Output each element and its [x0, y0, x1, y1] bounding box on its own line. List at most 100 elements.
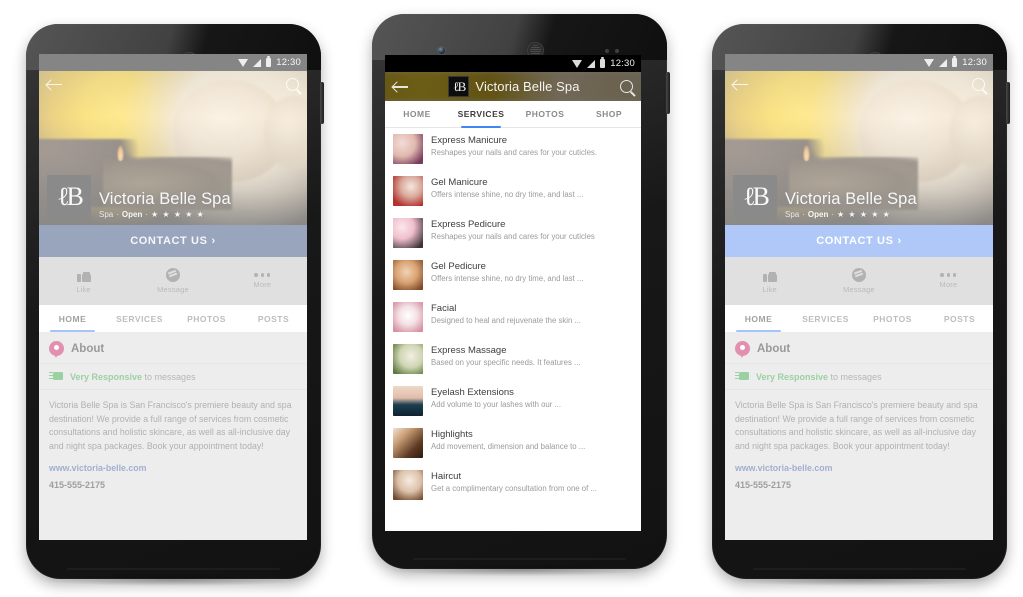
- back-arrow-icon[interactable]: [393, 81, 408, 92]
- brand-sep-1: ·: [116, 210, 119, 219]
- tab-photos-label: PHOTOS: [187, 313, 226, 324]
- tab-posts[interactable]: POSTS: [926, 305, 993, 332]
- message-button[interactable]: Message: [814, 257, 903, 305]
- signal-icon: [253, 58, 262, 67]
- service-text: Eyelash Extensions Add volume to your la…: [431, 386, 561, 410]
- tab-services[interactable]: SERVICES: [792, 305, 859, 332]
- brand-row: ℓB Victoria Belle Spa Spa · Open · ★ ★ ★…: [733, 175, 917, 219]
- service-name: Haircut: [431, 471, 462, 482]
- phone-left: 12:30 ℓB Victoria Belle Spa Spa · Open ·…: [26, 24, 324, 586]
- list-item[interactable]: Express Massage Based on your specific n…: [385, 338, 641, 380]
- rating-stars: ★ ★ ★ ★ ★: [151, 210, 205, 219]
- list-item[interactable]: Gel Manicure Offers intense shine, no dr…: [385, 170, 641, 212]
- service-text: Gel Pedicure Offers intense shine, no dr…: [431, 260, 583, 284]
- responsiveness-row: Very Responsive to messages: [725, 363, 993, 390]
- status-time: 12:30: [276, 57, 301, 68]
- like-button[interactable]: Like: [725, 257, 814, 305]
- contact-us-label: CONTACT US: [130, 235, 208, 247]
- list-item[interactable]: Eyelash Extensions Add volume to your la…: [385, 380, 641, 422]
- service-text: Highlights Add movement, dimension and b…: [431, 428, 585, 452]
- responsive-text: Very Responsive to messages: [70, 372, 196, 382]
- about-description: Victoria Belle Spa is San Francisco's pr…: [49, 400, 292, 451]
- tab-posts-label: POSTS: [943, 313, 976, 324]
- list-item[interactable]: Facial Designed to heal and rejuvenate t…: [385, 296, 641, 338]
- phone-shadow: [389, 564, 650, 576]
- wifi-icon: [238, 58, 249, 67]
- tab-photos[interactable]: PHOTOS: [513, 101, 577, 127]
- tab-home[interactable]: HOME: [725, 305, 792, 332]
- chevron-right-icon: ›: [897, 235, 902, 247]
- list-item[interactable]: Haircut Get a complimentary consultation…: [385, 464, 641, 506]
- message-label: Message: [157, 285, 189, 294]
- page-title: Victoria Belle Spa: [785, 189, 917, 208]
- service-text: Haircut Get a complimentary consultation…: [431, 470, 597, 494]
- power-button[interactable]: [1006, 82, 1010, 124]
- service-thumbnail: [393, 386, 423, 416]
- services-list[interactable]: Express Manicure Reshapes your nails and…: [385, 128, 641, 506]
- list-item[interactable]: Express Pedicure Reshapes your nails and…: [385, 212, 641, 254]
- tab-posts[interactable]: POSTS: [240, 305, 307, 332]
- more-button[interactable]: More: [904, 257, 993, 305]
- tab-services[interactable]: SERVICES: [449, 101, 513, 128]
- service-thumbnail: [393, 428, 423, 458]
- website-link[interactable]: www.victoria-belle.com: [49, 463, 297, 473]
- list-item[interactable]: Express Manicure Reshapes your nails and…: [385, 128, 641, 170]
- more-label: More: [253, 280, 272, 289]
- tab-shop[interactable]: SHOP: [577, 101, 641, 127]
- brand-sep-1: ·: [802, 210, 805, 219]
- more-button[interactable]: More: [218, 257, 307, 305]
- list-item[interactable]: Highlights Add movement, dimension and b…: [385, 422, 641, 464]
- message-button[interactable]: Message: [128, 257, 217, 305]
- back-arrow-icon[interactable]: [47, 79, 62, 90]
- service-desc: Get a complimentary consultation from on…: [431, 484, 597, 494]
- more-dots-icon: [254, 273, 271, 277]
- services-app-bar: ℓB Victoria Belle Spa: [385, 72, 641, 101]
- service-desc: Reshapes your nails and cares for your c…: [431, 148, 597, 158]
- contact-us-button[interactable]: CONTACT US ›: [725, 225, 993, 257]
- messenger-icon: [851, 268, 866, 282]
- status-bar: 12:30: [385, 55, 641, 72]
- screen-center: 12:30 ℓB Victoria Belle Spa HOME SERVICE…: [385, 55, 641, 531]
- cover-photo: ℓB Victoria Belle Spa Spa · Open · ★ ★ ★…: [725, 71, 993, 225]
- phone-right: 12:30 ℓB Victoria Belle Spa Spa · Open ·…: [712, 24, 1010, 586]
- service-thumbnail: [393, 302, 423, 332]
- front-camera-icon: [438, 47, 445, 54]
- screen-left: 12:30 ℓB Victoria Belle Spa Spa · Open ·…: [39, 54, 307, 540]
- like-button[interactable]: Like: [39, 257, 128, 305]
- search-icon[interactable]: [286, 77, 299, 91]
- tab-photos[interactable]: PHOTOS: [859, 305, 926, 332]
- power-button[interactable]: [320, 82, 324, 124]
- phone-number: 415-555-2175: [49, 479, 106, 490]
- service-thumbnail: [393, 470, 423, 500]
- website-link[interactable]: www.victoria-belle.com: [735, 463, 983, 473]
- brand-sep-2: ·: [145, 210, 149, 219]
- location-pin-icon: [49, 341, 64, 359]
- brand-row: ℓB Victoria Belle Spa Spa · Open · ★ ★ ★…: [47, 175, 231, 219]
- responsive-rest: to messages: [828, 371, 882, 382]
- search-icon[interactable]: [620, 80, 633, 93]
- service-name: Facial: [431, 303, 457, 314]
- responsive-text: Very Responsive to messages: [756, 372, 882, 382]
- tab-photos[interactable]: PHOTOS: [173, 305, 240, 332]
- cover-overlay-controls: [39, 71, 307, 97]
- description-block: Victoria Belle Spa is San Francisco's pr…: [39, 390, 307, 498]
- back-arrow-icon[interactable]: [733, 79, 748, 90]
- tab-photos-label: PHOTOS: [873, 313, 912, 324]
- list-item[interactable]: Gel Pedicure Offers intense shine, no dr…: [385, 254, 641, 296]
- proximity-sensor-icon: [605, 49, 609, 53]
- phone-chin-line: [413, 558, 626, 560]
- contact-us-button[interactable]: CONTACT US ›: [39, 225, 307, 257]
- tab-photos-label: PHOTOS: [525, 109, 565, 119]
- service-desc: Designed to heal and rejuvenate the skin…: [431, 316, 581, 326]
- like-label: Like: [762, 284, 777, 294]
- brand-logo-monogram: ℓB: [453, 79, 466, 94]
- search-icon[interactable]: [972, 77, 985, 91]
- message-label: Message: [843, 285, 875, 294]
- tab-services[interactable]: SERVICES: [106, 305, 173, 332]
- tab-home[interactable]: HOME: [385, 101, 449, 127]
- tab-home-label: HOME: [58, 313, 87, 324]
- power-button[interactable]: [666, 72, 670, 114]
- home-tab-bar: HOME SERVICES PHOTOS POSTS: [725, 305, 993, 332]
- tab-home[interactable]: HOME: [39, 305, 106, 332]
- about-section: About Very Responsive to messages Victor…: [725, 332, 993, 540]
